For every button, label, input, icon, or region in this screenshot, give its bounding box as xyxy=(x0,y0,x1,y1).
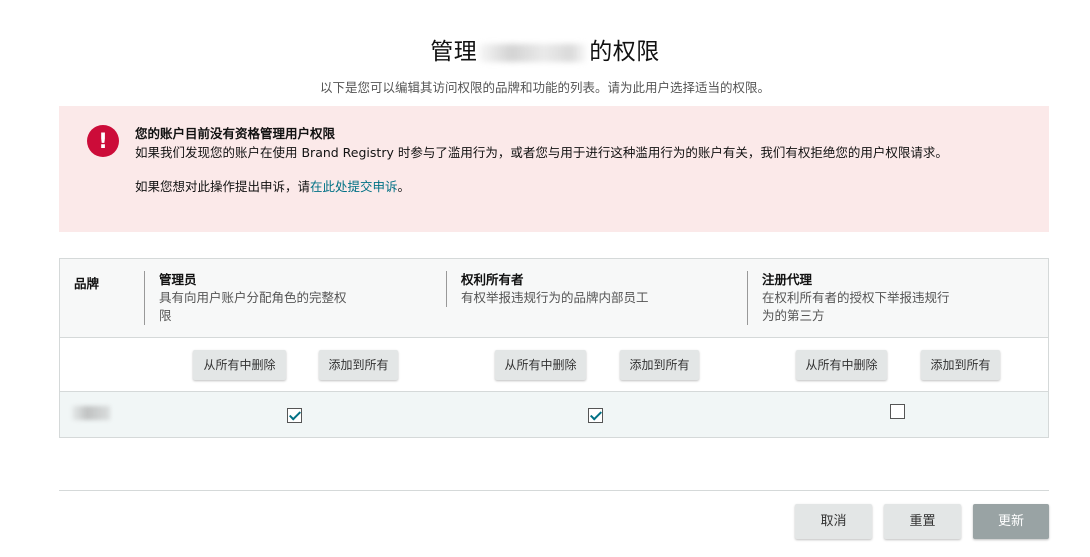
alert-body: 如果我们发现您的账户在使用 Brand Registry 时参与了滥用行为，或者… xyxy=(135,145,948,160)
permissions-table: 品牌 管理员 具有向用户账户分配角色的完整权 限 权利所有者 有权举报违规行为的… xyxy=(59,258,1049,438)
page-subtitle: 以下是您可以编辑其访问权限的品牌和功能的列表。请为此用户选择适当的权限。 xyxy=(319,80,770,95)
page-title: 管理 的权限 xyxy=(0,32,1090,66)
registered-agent-column-header: 注册代理 在权利所有者的授权下举报违规行 为的第三方 xyxy=(747,271,972,325)
registered-agent-add-all-button[interactable]: 添加到所有 xyxy=(921,350,1000,380)
rights-owner-column-desc: 有权举报违规行为的品牌内部员工 xyxy=(461,289,671,307)
table-header-row: 品牌 管理员 具有向用户账户分配角色的完整权 限 权利所有者 有权举报违规行为的… xyxy=(60,259,1048,338)
error-alert: ! 您的账户目前没有资格管理用户权限 如果我们发现您的账户在使用 Brand R… xyxy=(59,106,1049,232)
table-row xyxy=(60,392,1048,437)
admin-column-desc: 具有向用户账户分配角色的完整权 限 xyxy=(159,289,369,325)
exclamation-icon: ! xyxy=(87,125,119,157)
registered-agent-remove-all-button[interactable]: 从所有中删除 xyxy=(796,350,887,380)
appeal-suffix: 。 xyxy=(397,179,411,194)
cancel-button[interactable]: 取消 xyxy=(795,504,872,539)
alert-appeal-text: 如果您想对此操作提出申诉，请在此处提交申诉。 xyxy=(135,176,410,195)
reset-button[interactable]: 重置 xyxy=(884,504,961,539)
admin-permission-checkbox[interactable] xyxy=(287,408,302,423)
submit-appeal-link[interactable]: 在此处提交申诉 xyxy=(310,179,398,194)
redacted-brand-name xyxy=(72,406,110,420)
page-title-prefix: 管理 xyxy=(430,39,478,65)
admin-add-all-button[interactable]: 添加到所有 xyxy=(319,350,398,380)
admin-remove-all-button[interactable]: 从所有中删除 xyxy=(193,350,286,380)
rights-owner-column-name: 权利所有者 xyxy=(461,272,524,287)
footer-divider xyxy=(59,490,1049,491)
bulk-action-row: 从所有中删除 添加到所有 从所有中删除 添加到所有 从所有中删除 添加到所有 xyxy=(60,338,1048,392)
appeal-prefix: 如果您想对此操作提出申诉，请 xyxy=(135,179,311,194)
admin-desc-line2: 限 xyxy=(159,308,172,323)
admin-desc-line1: 具有向用户账户分配角色的完整权 xyxy=(159,290,347,305)
registered-agent-column-name: 注册代理 xyxy=(762,272,813,287)
update-button[interactable]: 更新 xyxy=(973,504,1049,539)
registered-agent-permission-checkbox[interactable] xyxy=(890,404,905,419)
alert-title: 您的账户目前没有资格管理用户权限 xyxy=(135,126,336,141)
registered-agent-column-desc: 在权利所有者的授权下举报违规行 为的第三方 xyxy=(762,289,972,325)
rights-owner-column-header: 权利所有者 有权举报违规行为的品牌内部员工 xyxy=(446,271,671,307)
registered-agent-desc-line1: 在权利所有者的授权下举报违规行 xyxy=(762,290,950,305)
registered-agent-desc-line2: 为的第三方 xyxy=(762,308,825,323)
rights-owner-permission-checkbox[interactable] xyxy=(588,408,603,423)
rights-owner-desc-line1: 有权举报违规行为的品牌内部员工 xyxy=(461,290,649,305)
admin-column-name: 管理员 xyxy=(159,272,197,287)
rights-owner-add-all-button[interactable]: 添加到所有 xyxy=(620,350,699,380)
admin-column-header: 管理员 具有向用户账户分配角色的完整权 限 xyxy=(144,271,369,325)
page-title-suffix: 的权限 xyxy=(589,39,660,65)
redacted-user-name xyxy=(479,43,588,62)
brand-column-header: 品牌 xyxy=(74,276,100,291)
rights-owner-remove-all-button[interactable]: 从所有中删除 xyxy=(495,350,586,380)
